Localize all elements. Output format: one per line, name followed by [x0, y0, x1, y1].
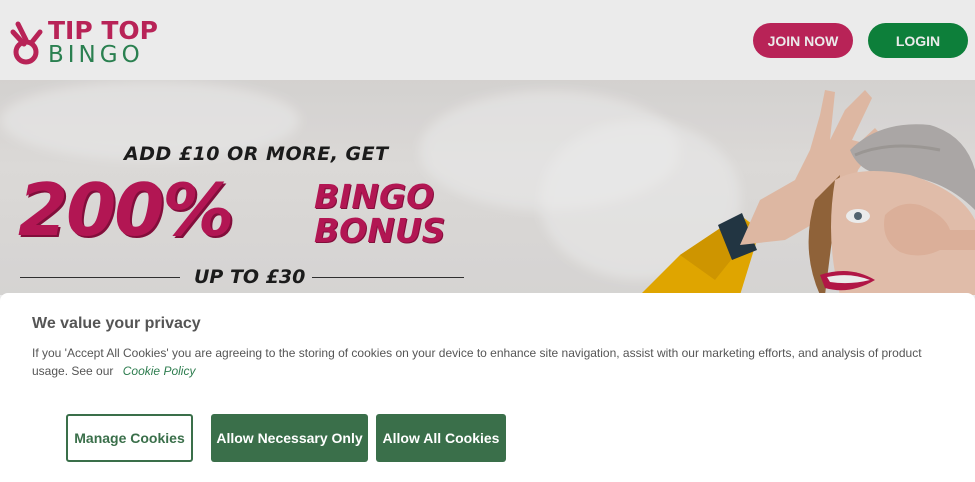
allow-all-cookies-button[interactable]: Allow All Cookies [376, 414, 506, 462]
cookie-description: If you 'Accept All Cookies' you are agre… [32, 344, 942, 380]
cookie-policy-link[interactable]: Cookie Policy [123, 364, 196, 378]
allow-necessary-only-button[interactable]: Allow Necessary Only [211, 414, 368, 462]
manage-cookies-button[interactable]: Manage Cookies [66, 414, 193, 462]
cookie-title: We value your privacy [32, 315, 201, 332]
cookie-consent-panel: We value your privacy If you 'Accept All… [0, 293, 975, 482]
